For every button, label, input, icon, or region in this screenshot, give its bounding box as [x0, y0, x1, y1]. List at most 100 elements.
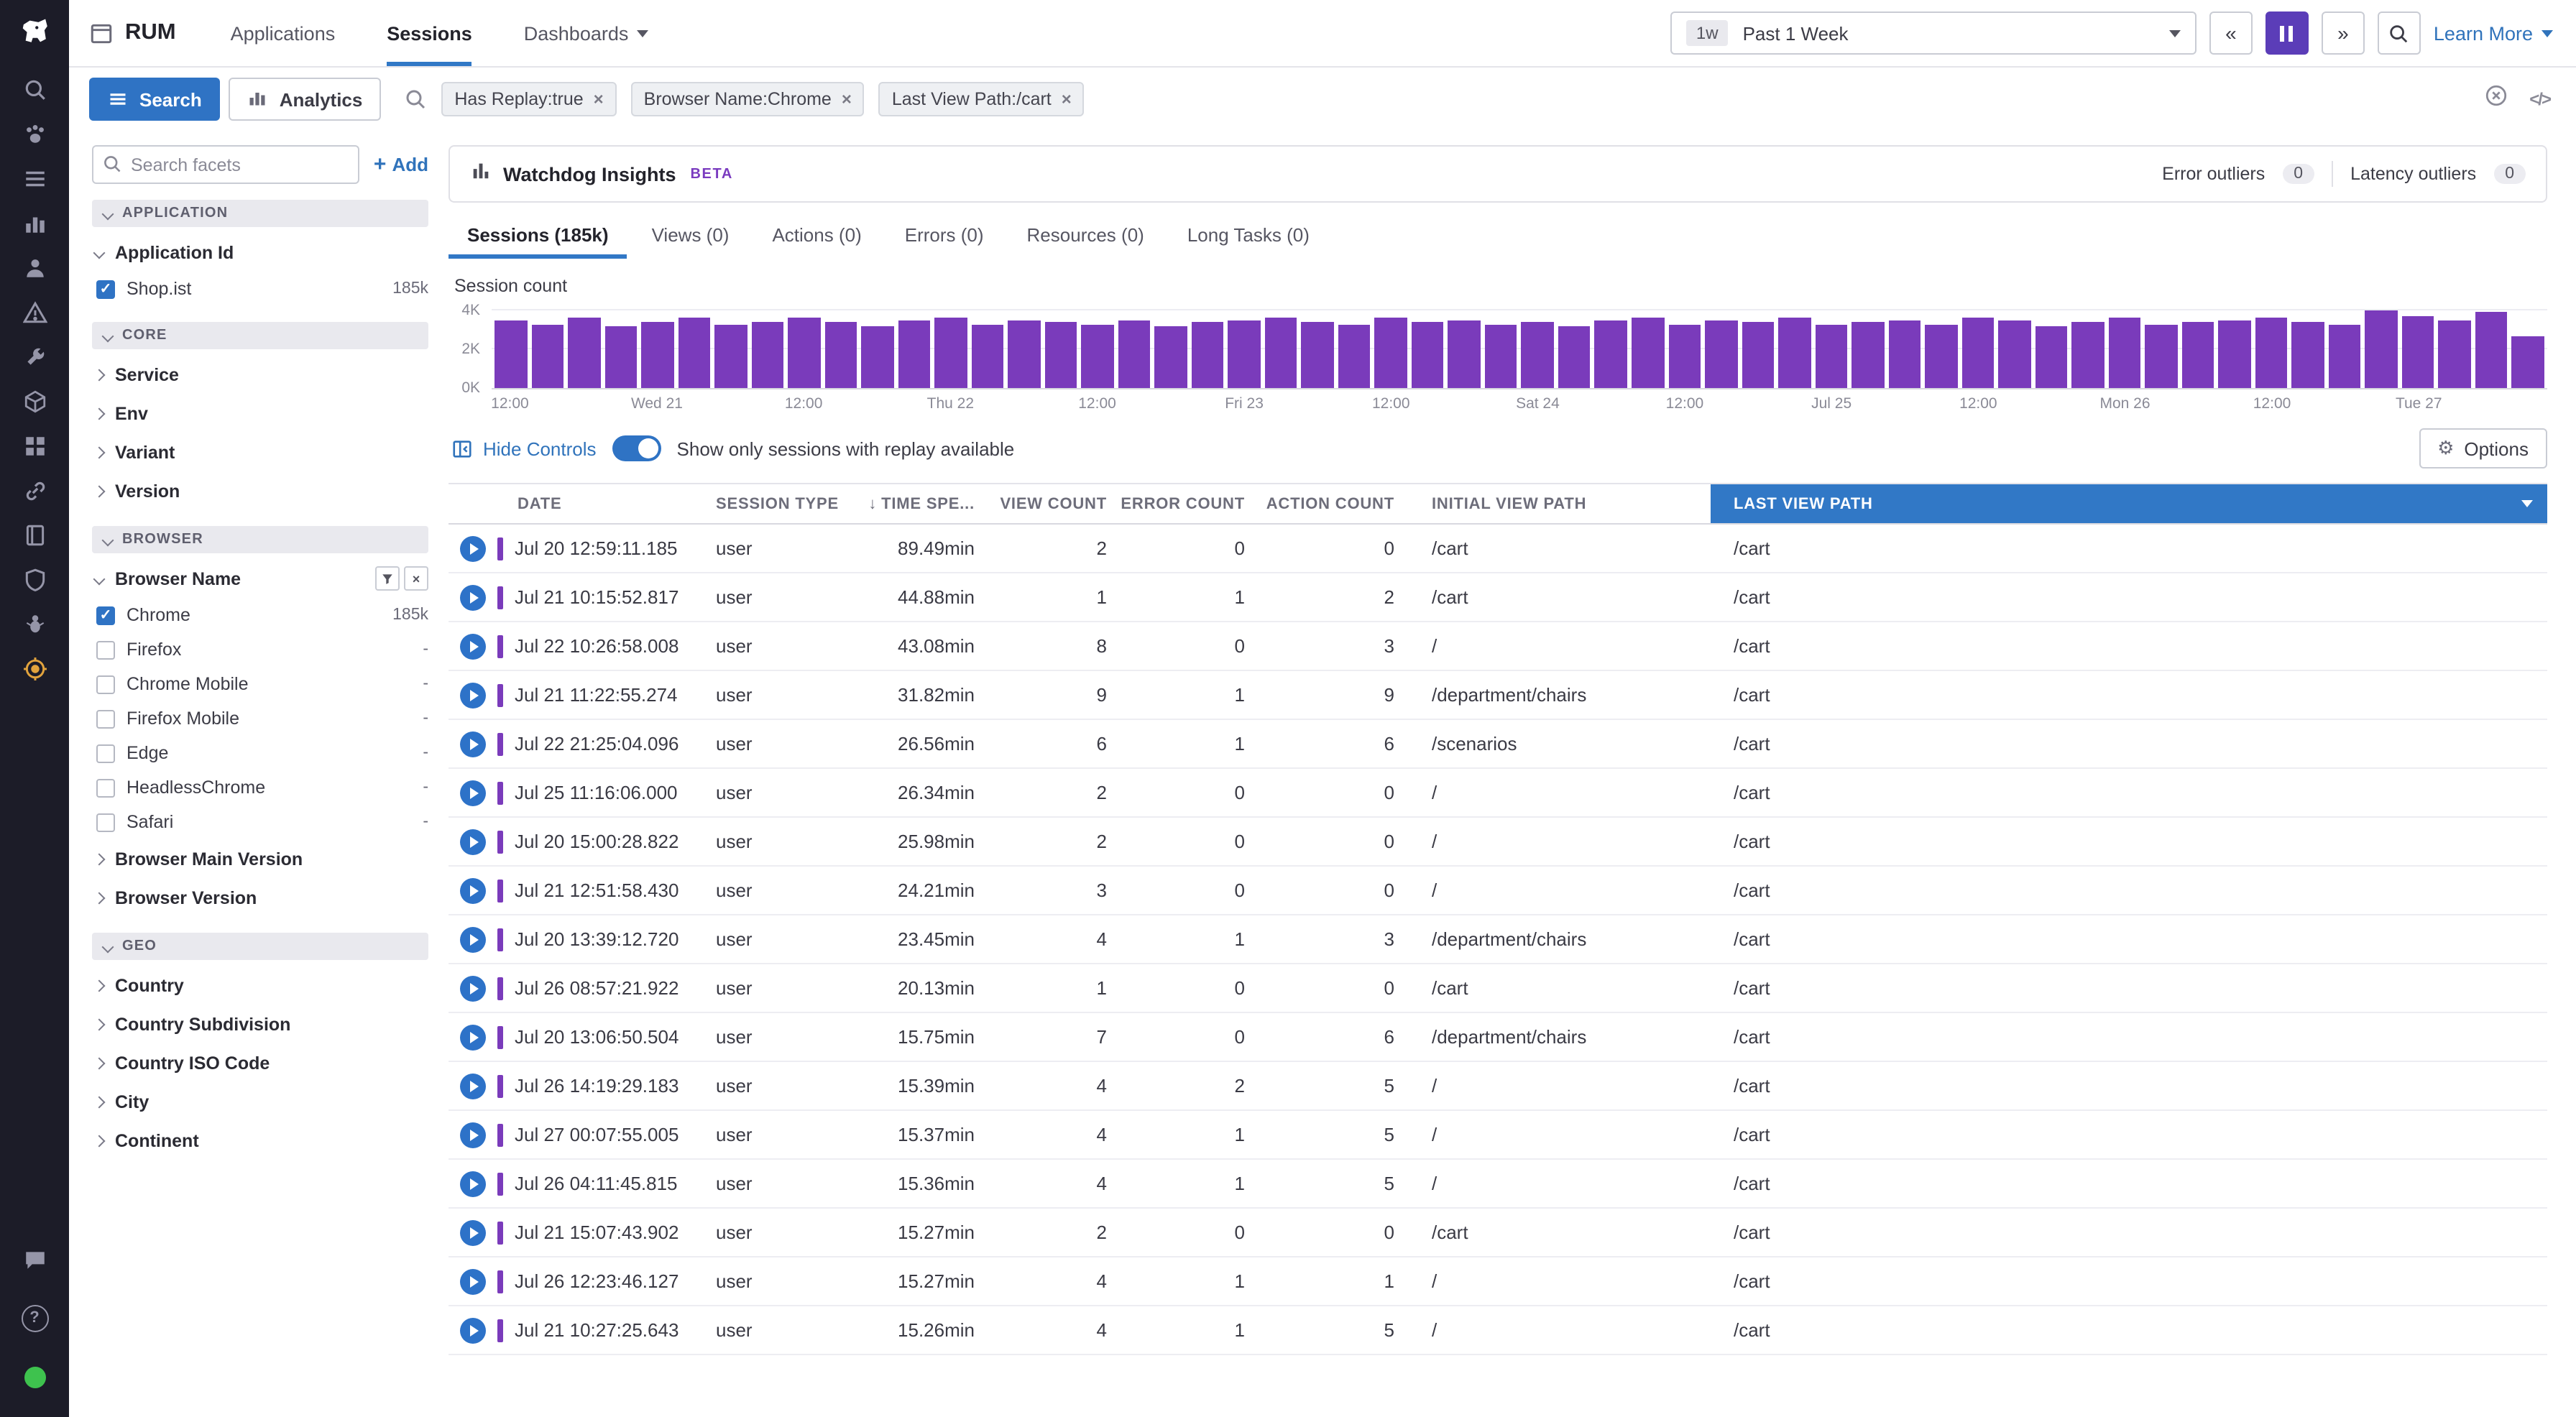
rewind-button[interactable]: « [2209, 11, 2253, 55]
clear-filters-icon[interactable] [2483, 83, 2508, 115]
checkbox-checked[interactable]: ✓ [96, 606, 115, 624]
facet-browser-name[interactable]: Browser Name× [92, 559, 428, 598]
synthetics-icon[interactable] [12, 335, 58, 378]
facet-country-subdivision[interactable]: Country Subdivision [92, 1005, 428, 1043]
facet-browser-version[interactable]: Browser Version [92, 878, 428, 917]
search-mode-button[interactable]: Search [89, 78, 221, 121]
learn-more-button[interactable]: Learn More [2434, 22, 2553, 44]
facet-group-geo[interactable]: GEO [92, 933, 428, 960]
pause-live-button[interactable] [2266, 11, 2309, 55]
metrics-icon[interactable] [12, 201, 58, 244]
session-count-chart[interactable]: 0K2K4K [448, 305, 2547, 389]
replay-play-button[interactable] [460, 1317, 486, 1343]
filter-pill-browser-name-chrome[interactable]: Browser Name:Chrome× [631, 82, 865, 116]
facet-option-firefox-mobile[interactable]: Firefox Mobile- [92, 701, 428, 736]
col-last-view-path[interactable]: LAST VIEW PATH [1711, 484, 2547, 523]
dashboards-icon[interactable] [12, 424, 58, 467]
facet-option-headlesschrome[interactable]: HeadlessChrome- [92, 770, 428, 805]
watchdog-insights-card[interactable]: Watchdog Insights BETA Error outliers 0 … [448, 145, 2547, 203]
rum-icon[interactable] [12, 647, 58, 690]
replay-play-button[interactable] [460, 584, 486, 610]
search-icon[interactable] [12, 68, 58, 111]
remove-filter-icon[interactable]: × [594, 89, 604, 109]
tab-views-0[interactable]: Views (0) [633, 211, 748, 259]
zoom-search-button[interactable] [2378, 11, 2421, 55]
facet-city[interactable]: City [92, 1082, 428, 1121]
replay-play-button[interactable] [460, 1268, 486, 1294]
facet-continent[interactable]: Continent [92, 1121, 428, 1160]
nav-item-dashboards[interactable]: Dashboards [524, 0, 649, 66]
time-range-selector[interactable]: 1w Past 1 Week [1670, 11, 2196, 55]
table-row[interactable]: Jul 20 15:00:28.822user25.98min200//cart [448, 818, 2547, 867]
product-switcher[interactable]: RUM [89, 0, 176, 66]
nav-item-applications[interactable]: Applications [231, 0, 336, 66]
replay-play-button[interactable] [460, 731, 486, 757]
facet-group-application[interactable]: APPLICATION [92, 200, 428, 227]
infrastructure-icon[interactable] [12, 379, 58, 423]
security-icon[interactable] [12, 558, 58, 601]
table-row[interactable]: Jul 22 21:25:04.096user26.56min616/scena… [448, 720, 2547, 769]
col-session-type[interactable]: SESSION TYPE [716, 495, 860, 512]
error-tracking-icon[interactable] [12, 290, 58, 333]
replay-play-button[interactable] [460, 926, 486, 952]
replay-play-button[interactable] [460, 780, 486, 806]
col-action-count[interactable]: ACTION COUNT [1256, 495, 1406, 512]
remove-filter-icon[interactable]: × [1062, 89, 1072, 109]
table-row[interactable]: Jul 20 13:39:12.720user23.45min413/depar… [448, 915, 2547, 964]
facet-country[interactable]: Country [92, 966, 428, 1005]
checkbox-unchecked[interactable] [96, 640, 115, 659]
replay-play-button[interactable] [460, 828, 486, 854]
checkbox-unchecked[interactable] [96, 675, 115, 693]
tab-sessions-185k[interactable]: Sessions (185k) [448, 211, 627, 259]
facet-group-browser[interactable]: BROWSER [92, 526, 428, 553]
table-row[interactable]: Jul 26 04:11:45.815user15.36min415//cart [448, 1160, 2547, 1209]
code-view-icon[interactable]: </> [2529, 89, 2550, 109]
replay-play-button[interactable] [460, 1073, 486, 1099]
datadog-logo[interactable] [0, 0, 69, 66]
table-row[interactable]: Jul 21 10:27:25.643user15.26min415//cart [448, 1306, 2547, 1355]
checkbox-unchecked[interactable] [96, 813, 115, 831]
facet-search-input[interactable] [92, 145, 359, 184]
replay-play-button[interactable] [460, 535, 486, 561]
integrations-icon[interactable] [12, 469, 58, 512]
filter-pill-has-replay-true[interactable]: Has Replay:true× [441, 82, 616, 116]
facet-version[interactable]: Version [92, 471, 428, 510]
facet-env[interactable]: Env [92, 394, 428, 433]
replay-play-button[interactable] [460, 1171, 486, 1196]
replay-only-toggle[interactable] [612, 435, 661, 461]
col-time-spent[interactable]: ↓TIME SPE... [860, 495, 986, 512]
facet-service[interactable]: Service [92, 355, 428, 394]
options-button[interactable]: ⚙ Options [2419, 428, 2547, 469]
replay-play-button[interactable] [460, 633, 486, 659]
facet-country-iso-code[interactable]: Country ISO Code [92, 1043, 428, 1082]
error-outliers-label[interactable]: Error outliers [2162, 164, 2265, 184]
table-row[interactable]: Jul 21 11:22:55.274user31.82min919/depar… [448, 671, 2547, 720]
help-icon[interactable]: ? [12, 1296, 58, 1339]
facet-group-core[interactable]: CORE [92, 322, 428, 349]
query-bar[interactable]: Has Replay:true×Browser Name:Chrome×Last… [390, 82, 2475, 116]
replay-play-button[interactable] [460, 1024, 486, 1050]
facet-option-chrome[interactable]: ✓Chrome185k [92, 598, 428, 632]
facet-option-safari[interactable]: Safari- [92, 805, 428, 839]
ci-icon[interactable] [12, 602, 58, 645]
col-view-count[interactable]: VIEW COUNT [986, 495, 1118, 512]
tab-long-tasks-0[interactable]: Long Tasks (0) [1169, 211, 1328, 259]
support-chat-icon[interactable] [12, 1237, 58, 1280]
facet-option-firefox[interactable]: Firefox- [92, 632, 428, 667]
hide-controls-button[interactable]: Hide Controls [451, 438, 597, 459]
facet-browser-main-version[interactable]: Browser Main Version [92, 839, 428, 878]
watchdog-icon[interactable] [12, 112, 58, 155]
tab-resources-0[interactable]: Resources (0) [1008, 211, 1163, 259]
table-row[interactable]: Jul 25 11:16:06.000user26.34min200//cart [448, 769, 2547, 818]
latency-outliers-label[interactable]: Latency outliers [2350, 164, 2476, 184]
facet-option-chrome-mobile[interactable]: Chrome Mobile- [92, 667, 428, 701]
forward-button[interactable]: » [2322, 11, 2365, 55]
checkbox-unchecked[interactable] [96, 709, 115, 728]
facet-application-id[interactable]: Application Id [92, 233, 428, 272]
logs-icon[interactable] [12, 157, 58, 200]
replay-play-button[interactable] [460, 877, 486, 903]
facet-option-shop-ist[interactable]: ✓Shop.ist185k [92, 272, 428, 306]
add-facet-button[interactable]: + Add [374, 152, 428, 177]
table-row[interactable]: Jul 20 12:59:11.185user89.49min200/cart/… [448, 525, 2547, 573]
analytics-mode-button[interactable]: Analytics [229, 78, 382, 121]
